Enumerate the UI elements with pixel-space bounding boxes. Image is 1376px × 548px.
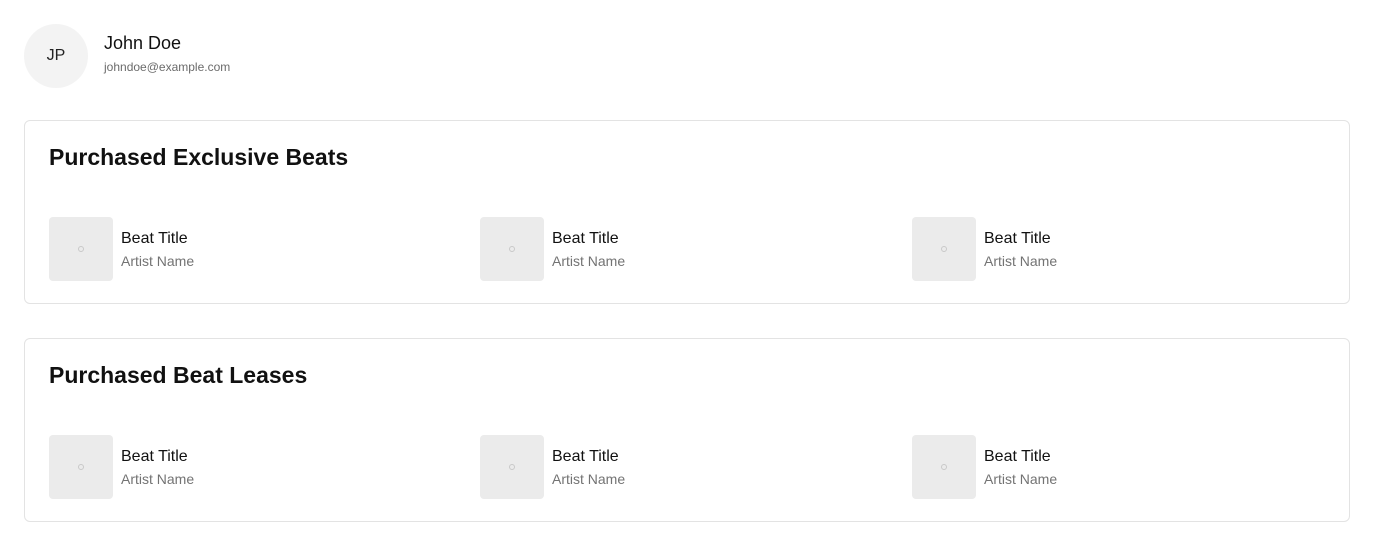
image-placeholder-icon xyxy=(941,246,947,252)
beat-item[interactable]: Beat Title Artist Name xyxy=(49,435,194,499)
profile-info: John Doe johndoe@example.com xyxy=(104,32,230,74)
beat-artist: Artist Name xyxy=(552,470,626,487)
beat-text: Beat Title Artist Name xyxy=(984,447,1057,488)
beat-item[interactable]: Beat Title Artist Name xyxy=(912,435,1057,499)
beat-artist: Artist Name xyxy=(121,252,195,269)
beat-artist: Artist Name xyxy=(121,470,195,487)
beat-artist: Artist Name xyxy=(984,470,1058,487)
beat-cover-image xyxy=(49,217,113,281)
beat-cover-image xyxy=(49,435,113,499)
beat-title: Beat Title xyxy=(552,447,619,465)
image-placeholder-icon xyxy=(509,246,515,252)
image-placeholder-icon xyxy=(941,464,947,470)
user-name: John Doe xyxy=(104,33,182,53)
beat-cover-image xyxy=(480,217,544,281)
beat-artist: Artist Name xyxy=(984,252,1058,269)
beat-item[interactable]: Beat Title Artist Name xyxy=(480,217,625,281)
beat-title: Beat Title xyxy=(984,447,1051,465)
image-placeholder-icon xyxy=(78,246,84,252)
beat-list: Beat Title Artist Name Beat Title Artist… xyxy=(49,217,1345,281)
beat-text: Beat Title Artist Name xyxy=(121,447,194,488)
purchased-beat-leases-section: Purchased Beat Leases Beat Title Artist … xyxy=(24,338,1350,522)
image-placeholder-icon xyxy=(78,464,84,470)
user-email: johndoe@example.com xyxy=(104,60,231,74)
beat-title: Beat Title xyxy=(121,447,188,465)
avatar[interactable]: JP xyxy=(24,24,88,88)
beat-item[interactable]: Beat Title Artist Name xyxy=(49,217,194,281)
beat-title: Beat Title xyxy=(121,229,188,247)
beat-cover-image xyxy=(480,435,544,499)
beat-list: Beat Title Artist Name Beat Title Artist… xyxy=(49,435,1345,499)
image-placeholder-icon xyxy=(509,464,515,470)
beat-cover-image xyxy=(912,217,976,281)
beat-item[interactable]: Beat Title Artist Name xyxy=(912,217,1057,281)
beat-title: Beat Title xyxy=(984,229,1051,247)
beat-artist: Artist Name xyxy=(552,252,626,269)
beat-title: Beat Title xyxy=(552,229,619,247)
beat-text: Beat Title Artist Name xyxy=(552,229,625,270)
section-title: Purchased Beat Leases xyxy=(49,362,308,388)
beat-cover-image xyxy=(912,435,976,499)
beat-text: Beat Title Artist Name xyxy=(552,447,625,488)
user-profile-header: JP John Doe johndoe@example.com xyxy=(24,24,230,88)
beat-text: Beat Title Artist Name xyxy=(121,229,194,270)
beat-item[interactable]: Beat Title Artist Name xyxy=(480,435,625,499)
beat-text: Beat Title Artist Name xyxy=(984,229,1057,270)
user-library-page: JP John Doe johndoe@example.com Purchase… xyxy=(0,0,1376,548)
section-title: Purchased Exclusive Beats xyxy=(49,144,349,170)
purchased-exclusive-beats-section: Purchased Exclusive Beats Beat Title Art… xyxy=(24,120,1350,304)
avatar-initials: JP xyxy=(46,47,66,64)
